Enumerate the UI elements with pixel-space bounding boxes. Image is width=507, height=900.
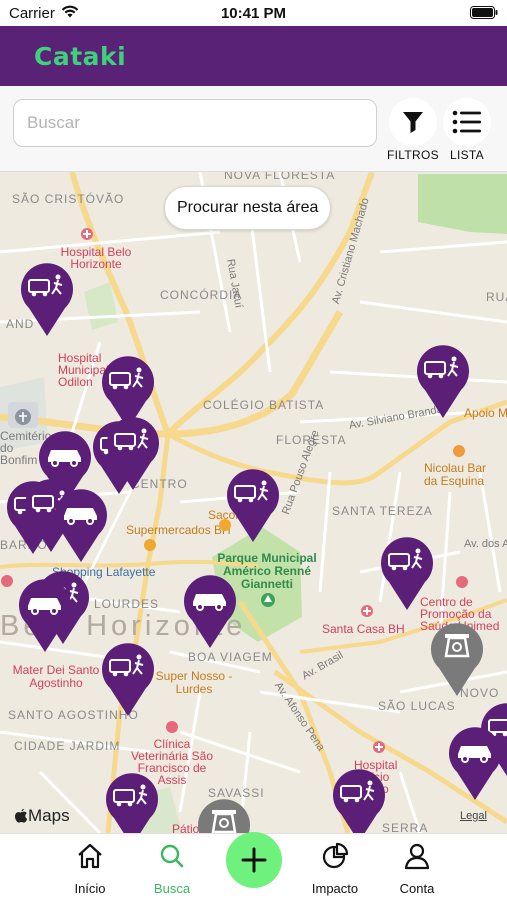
- plus-icon: [241, 847, 267, 873]
- hospital-marker-icon: [373, 741, 385, 753]
- search-icon: [160, 844, 184, 868]
- label-sao-lucas: SÃO LUCAS: [378, 699, 456, 713]
- collector-pin[interactable]: [414, 342, 472, 420]
- list-button[interactable]: LISTA: [442, 98, 492, 164]
- collector-pin[interactable]: [104, 414, 162, 492]
- apple-logo-icon: [15, 809, 28, 823]
- list-icon: [452, 110, 481, 134]
- poi-supermercados-bh: Supermercados BH: [126, 523, 231, 537]
- apple-maps-logo: Maps: [14, 806, 70, 826]
- maps-brand-label: Maps: [28, 806, 70, 825]
- list-label: LISTA: [450, 148, 484, 162]
- tab-bar: Início Busca Impacto Conta: [0, 832, 507, 900]
- battery-icon: [470, 6, 498, 19]
- collector-pin[interactable]: [378, 534, 436, 612]
- poi-mater-dei: Mater Dei Santo Agostinho: [12, 663, 100, 690]
- car-pin[interactable]: [446, 724, 504, 802]
- poi-santa-casa: Santa Casa BH: [322, 622, 405, 636]
- collector-pin[interactable]: [99, 640, 157, 718]
- label-colegio-batista: COLÉGIO BATISTA: [203, 398, 325, 412]
- clock: 10:41 PM: [220, 5, 287, 22]
- tab-label: Início: [74, 881, 106, 896]
- tab-label: Impacto: [311, 881, 359, 896]
- car-pin[interactable]: [16, 576, 74, 654]
- tab-busca[interactable]: Busca: [132, 834, 212, 900]
- label-nova-floresta: NOVA FLORESTA: [224, 172, 336, 182]
- status-bar: Carrier 10:41 PM: [0, 0, 507, 26]
- search-toolbar: FILTROS LISTA: [0, 86, 507, 172]
- label-santa-tereza: SANTA TEREZA: [332, 504, 433, 518]
- label-cidade-jardim: CIDADE JARDIM: [14, 739, 121, 753]
- hospital-marker-icon: [361, 605, 373, 617]
- app-header: Cataki: [0, 26, 507, 86]
- poi-super-nosso: Super Nosso - Lurdes: [155, 669, 233, 696]
- restaurant-marker-icon: [453, 445, 465, 457]
- hospital-marker-icon: [456, 576, 468, 588]
- pie-chart-icon: [322, 842, 349, 869]
- map-view[interactable]: NOVA FLORESTA SÃO CRISTÓVÃO CONCÓRDIA CO…: [0, 172, 507, 833]
- park-marker-icon: [261, 593, 275, 607]
- car-pin[interactable]: [181, 572, 239, 650]
- collector-pin[interactable]: [103, 770, 161, 833]
- collector-pin[interactable]: [330, 766, 388, 833]
- scale-pin[interactable]: [428, 620, 486, 698]
- collector-pin[interactable]: [224, 466, 282, 544]
- tab-impacto[interactable]: Impacto: [295, 834, 375, 900]
- cataki-logo: Cataki: [34, 41, 127, 71]
- label-boa-viagem: BOA VIAGEM: [188, 650, 273, 664]
- legal-link[interactable]: Legal: [460, 810, 487, 822]
- vet-marker-icon: [166, 721, 178, 733]
- label-lourdes: LOURDES: [94, 597, 160, 611]
- car-pin[interactable]: [52, 486, 110, 564]
- poi-nicolau-bar: Nicolau Bar da Esquina: [424, 461, 487, 488]
- label-sao-cristovao: SÃO CRISTÓVÃO: [12, 192, 125, 206]
- tab-inicio[interactable]: Início: [50, 834, 130, 900]
- home-icon: [78, 843, 102, 869]
- user-icon: [404, 843, 430, 870]
- collector-pin[interactable]: [18, 260, 76, 338]
- add-button[interactable]: [226, 832, 282, 888]
- search-this-area-button[interactable]: Procurar nesta área: [164, 186, 332, 230]
- hospital-marker-icon: [1, 575, 13, 587]
- label-serra: SERRA: [382, 821, 429, 833]
- cemetery-marker-icon: [15, 409, 31, 425]
- tab-label: Conta: [399, 881, 435, 896]
- road-av-dos-andradas: Av. dos A: [464, 538, 507, 550]
- shop-marker-icon: [144, 539, 156, 551]
- label-ruas: RUAS: [486, 290, 507, 304]
- search-input[interactable]: [13, 99, 377, 147]
- filter-icon: [403, 112, 423, 133]
- scale-pin[interactable]: [195, 796, 253, 833]
- tab-conta[interactable]: Conta: [377, 834, 457, 900]
- hospital-marker-icon: [81, 228, 93, 240]
- tab-label: Busca: [153, 881, 191, 896]
